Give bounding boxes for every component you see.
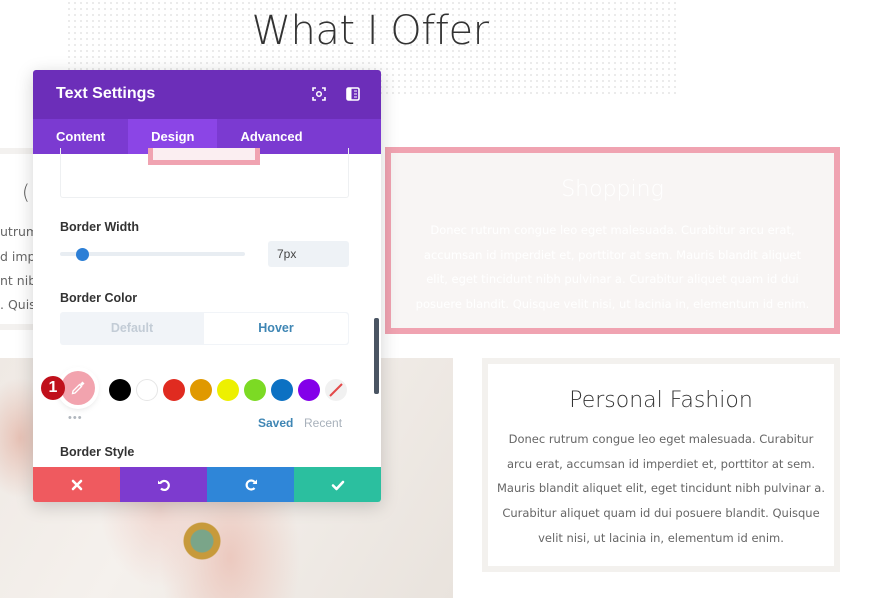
redo-icon: [245, 478, 257, 491]
border-preview-sample: [148, 148, 260, 165]
shopping-card[interactable]: Shopping Donec rutrum congue leo eget ma…: [385, 147, 840, 334]
sidebar-toggle-icon[interactable]: [346, 87, 360, 101]
toggle-hover[interactable]: Hover: [204, 313, 348, 344]
left-card-line: . Quis: [0, 297, 36, 312]
checkmark-icon: [331, 480, 344, 490]
border-width-input[interactable]: 7px: [268, 241, 349, 267]
swatch-green[interactable]: [244, 379, 266, 401]
swatch-blue[interactable]: [271, 379, 293, 401]
shopping-card-title: Shopping: [561, 177, 664, 202]
save-button[interactable]: [294, 467, 381, 502]
step-badge: 1: [41, 376, 65, 400]
modal-body: Border Width 7px Border Color Default Ho…: [33, 148, 381, 467]
text-settings-modal: Text Settings Content Design Advanced Bo…: [33, 70, 381, 502]
personal-fashion-body: Donec rutrum congue leo eget malesuada. …: [497, 432, 825, 545]
modal-title: Text Settings: [56, 85, 156, 102]
modal-scrollbar[interactable]: [374, 318, 379, 394]
left-card-title: (: [22, 180, 30, 204]
modal-footer: [33, 467, 381, 502]
swatch-purple[interactable]: [298, 379, 320, 401]
personal-fashion-card[interactable]: Personal Fashion Donec rutrum congue leo…: [482, 358, 840, 572]
swatch-orange[interactable]: [190, 379, 212, 401]
border-color-state-toggle: Default Hover: [60, 312, 349, 345]
undo-icon: [157, 479, 170, 491]
no-color-icon: [329, 383, 343, 397]
modal-header[interactable]: Text Settings: [33, 70, 381, 119]
swatch-yellow[interactable]: [217, 379, 239, 401]
border-color-label: Border Color: [60, 291, 138, 305]
personal-fashion-title: Personal Fashion: [569, 388, 753, 413]
swatch-black[interactable]: [109, 379, 131, 401]
recent-colors-tab[interactable]: Recent: [304, 416, 342, 430]
eyedropper-icon: [71, 381, 85, 395]
swatch-red[interactable]: [163, 379, 185, 401]
swatch-transparent[interactable]: [325, 379, 347, 401]
border-width-slider-handle[interactable]: [76, 248, 90, 261]
swatch-white[interactable]: [136, 379, 158, 401]
border-width-label: Border Width: [60, 220, 140, 234]
border-style-label: Border Style: [60, 445, 135, 459]
toggle-default[interactable]: Default: [60, 312, 204, 345]
saved-colors-tab[interactable]: Saved: [258, 416, 293, 430]
ring-detail: [183, 522, 221, 560]
close-icon: [71, 479, 82, 490]
cancel-button[interactable]: [33, 467, 120, 502]
fullscreen-icon[interactable]: [312, 87, 326, 101]
undo-button[interactable]: [120, 467, 207, 502]
color-picker-button[interactable]: [61, 371, 95, 405]
redo-button[interactable]: [207, 467, 294, 502]
more-colors-button[interactable]: •••: [68, 412, 83, 424]
left-card-line: nt nib: [0, 273, 37, 288]
shopping-card-body: Donec rutrum congue leo eget malesuada. …: [415, 223, 810, 311]
page-title: What I Offer: [251, 8, 489, 54]
